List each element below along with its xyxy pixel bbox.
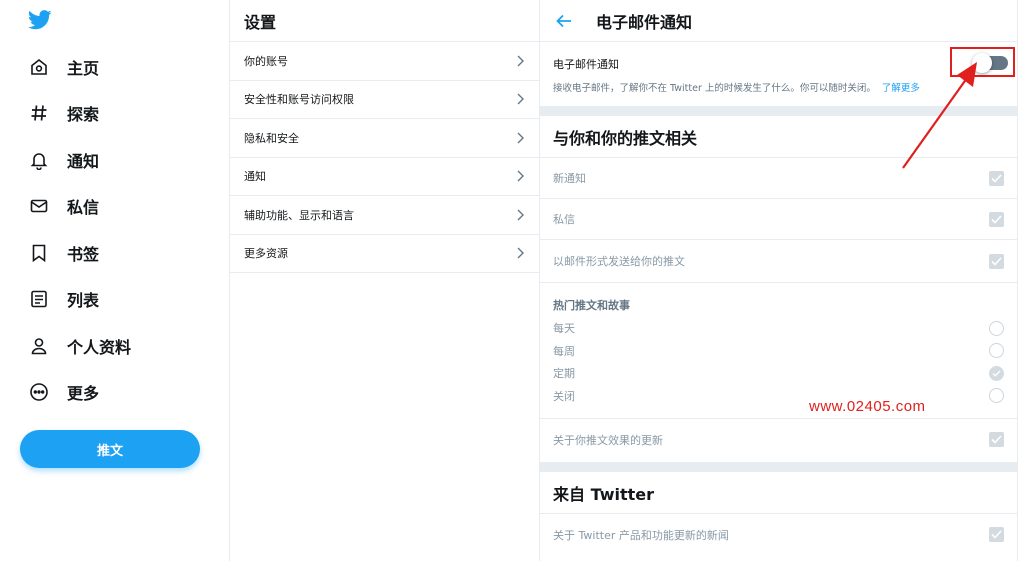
toggle-knob bbox=[972, 53, 992, 73]
chevron-right-icon bbox=[517, 93, 524, 105]
nav-item-label: 通知 bbox=[67, 152, 100, 171]
nav-item-label: 私信 bbox=[67, 198, 100, 217]
bookmark-icon bbox=[28, 242, 50, 264]
settings-item-notifications[interactable]: 通知 bbox=[230, 158, 539, 196]
list-icon bbox=[28, 288, 50, 310]
nav-item-label: 主页 bbox=[67, 59, 100, 78]
check-label: 新通知 bbox=[553, 172, 586, 185]
annotation-highlight-box bbox=[950, 47, 1015, 77]
check-label: 以邮件形式发送给你的推文 bbox=[553, 255, 685, 268]
back-arrow-icon[interactable] bbox=[556, 14, 572, 28]
section-title: 来自 Twitter bbox=[540, 472, 1017, 514]
email-notifications-setting: 电子邮件通知 接收电子邮件，了解你不在 Twitter 上的时候发生了什么。你可… bbox=[540, 42, 1017, 106]
home-icon bbox=[28, 56, 50, 78]
watermark: www.02405.com bbox=[809, 398, 926, 415]
check-row-direct-messages: 私信 bbox=[540, 199, 1017, 240]
settings-item-account[interactable]: 你的账号 bbox=[230, 42, 539, 81]
nav-item-notifications[interactable]: 通知 bbox=[28, 145, 99, 175]
email-notifications-toggle[interactable] bbox=[972, 53, 1008, 73]
section-related-to-you: 与你和你的推文相关 新通知 私信 以邮件形式发送给你的推文 热门推文和故事 每天… bbox=[540, 116, 1017, 462]
page-title: 电子邮件通知 bbox=[596, 12, 693, 32]
check-icon bbox=[991, 214, 1002, 224]
nav-item-lists[interactable]: 列表 bbox=[28, 284, 99, 314]
settings-item-resources[interactable]: 更多资源 bbox=[230, 235, 539, 273]
radio-row-off: 关闭 bbox=[553, 385, 1004, 408]
learn-more-link[interactable]: 了解更多 bbox=[882, 83, 920, 94]
check-row-new-notifications: 新通知 bbox=[540, 158, 1017, 199]
twitter-logo-icon[interactable] bbox=[28, 10, 52, 30]
check-icon bbox=[991, 173, 1002, 183]
checkbox[interactable] bbox=[989, 253, 1004, 269]
check-icon bbox=[991, 435, 1002, 444]
tweet-button[interactable]: 推文 bbox=[20, 430, 200, 468]
nav-item-explore[interactable]: 探索 bbox=[28, 98, 99, 128]
radio-button[interactable] bbox=[989, 388, 1004, 404]
email-setting-label: 电子邮件通知 bbox=[553, 58, 619, 71]
chevron-right-icon bbox=[517, 247, 524, 259]
radio-row-periodically: 定期 bbox=[553, 362, 1004, 385]
settings-item-accessibility[interactable]: 辅助功能、显示和语言 bbox=[230, 196, 539, 235]
detail-header: 电子邮件通知 bbox=[540, 0, 1017, 42]
nav-item-messages[interactable]: 私信 bbox=[28, 191, 99, 221]
profile-icon bbox=[28, 335, 50, 357]
settings-title: 设置 bbox=[230, 0, 539, 42]
radio-row-daily: 每天 bbox=[553, 317, 1004, 340]
chevron-right-icon bbox=[517, 132, 524, 144]
settings-item-label: 你的账号 bbox=[244, 54, 288, 68]
subgroup-title: 热门推文和故事 bbox=[553, 299, 630, 312]
check-label: 关于 Twitter 产品和功能更新的新闻 bbox=[553, 528, 729, 542]
check-label: 私信 bbox=[553, 213, 575, 226]
description-text: 接收电子邮件，了解你不在 Twitter 上的时候发生了什么。你可以随时关闭。 bbox=[553, 83, 876, 94]
nav-item-label: 列表 bbox=[67, 291, 100, 310]
settings-item-label: 更多资源 bbox=[244, 247, 288, 261]
check-icon bbox=[991, 256, 1002, 266]
email-notifications-panel: 电子邮件通知 电子邮件通知 接收电子邮件，了解你不在 Twitter 上的时候发… bbox=[540, 0, 1018, 561]
chevron-right-icon bbox=[517, 55, 524, 67]
nav-item-label: 探索 bbox=[67, 105, 100, 124]
section-title: 与你和你的推文相关 bbox=[540, 116, 1017, 158]
settings-item-label: 隐私和安全 bbox=[244, 131, 299, 145]
settings-item-label: 辅助功能、显示和语言 bbox=[244, 208, 354, 222]
section-from-twitter: 来自 Twitter 关于 Twitter 产品和功能更新的新闻 bbox=[540, 472, 1017, 561]
radio-label: 定期 bbox=[553, 367, 575, 381]
check-icon bbox=[992, 370, 1001, 377]
nav-item-label: 书签 bbox=[67, 245, 100, 264]
checkbox[interactable] bbox=[989, 432, 1004, 447]
radio-label: 每天 bbox=[553, 322, 575, 336]
radio-label: 每周 bbox=[553, 344, 575, 358]
radio-button[interactable] bbox=[989, 343, 1004, 359]
email-setting-description: 接收电子邮件，了解你不在 Twitter 上的时候发生了什么。你可以随时关闭。了… bbox=[553, 80, 1005, 94]
nav-item-label: 个人资料 bbox=[67, 338, 132, 357]
radio-button[interactable] bbox=[989, 320, 1004, 336]
settings-item-label: 安全性和账号访问权限 bbox=[244, 93, 354, 107]
checkbox[interactable] bbox=[989, 170, 1004, 186]
check-row-twitter-news: 关于 Twitter 产品和功能更新的新闻 bbox=[540, 514, 1017, 555]
nav-item-label: 更多 bbox=[67, 384, 100, 403]
check-row-tweet-performance: 关于你推文效果的更新 bbox=[540, 419, 1017, 460]
radio-row-weekly: 每周 bbox=[553, 340, 1004, 363]
settings-item-label: 通知 bbox=[244, 170, 266, 184]
checkbox[interactable] bbox=[989, 527, 1004, 542]
hashtag-icon bbox=[28, 102, 50, 124]
settings-panel: 设置 你的账号 安全性和账号访问权限 隐私和安全 通知 辅助功能、显示和语言 更… bbox=[229, 0, 540, 561]
check-icon bbox=[991, 530, 1002, 539]
left-nav: 主页 探索 通知 私信 书签 列表 个人资料 更多 推文 bbox=[0, 0, 230, 561]
more-icon bbox=[28, 381, 50, 403]
checkbox[interactable] bbox=[989, 211, 1004, 227]
radio-label: 关闭 bbox=[553, 389, 575, 403]
nav-item-home[interactable]: 主页 bbox=[28, 52, 99, 82]
chevron-right-icon bbox=[517, 170, 524, 182]
check-row-emailed-tweets: 以邮件形式发送给你的推文 bbox=[540, 240, 1017, 283]
settings-item-privacy[interactable]: 隐私和安全 bbox=[230, 119, 539, 158]
bell-icon bbox=[28, 149, 50, 171]
nav-item-bookmarks[interactable]: 书签 bbox=[28, 238, 99, 268]
mail-icon bbox=[28, 195, 50, 217]
check-label: 关于你推文效果的更新 bbox=[553, 433, 663, 447]
top-tweets-group: 热门推文和故事 每天 每周 定期 关闭 bbox=[540, 283, 1017, 419]
nav-item-more[interactable]: 更多 bbox=[28, 377, 99, 407]
radio-button[interactable] bbox=[989, 365, 1004, 381]
settings-item-security[interactable]: 安全性和账号访问权限 bbox=[230, 81, 539, 119]
nav-item-profile[interactable]: 个人资料 bbox=[28, 331, 131, 361]
chevron-right-icon bbox=[517, 209, 524, 221]
